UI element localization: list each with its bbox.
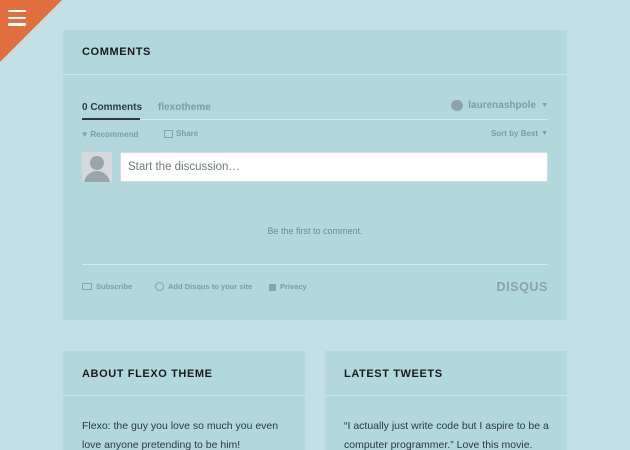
envelope-icon — [82, 283, 92, 290]
hamburger-menu-icon[interactable] — [8, 10, 26, 26]
avatar — [82, 152, 112, 182]
tabs-divider — [82, 119, 548, 120]
sort-label: Sort by Best — [490, 129, 539, 138]
add-disqus-link[interactable]: Add Disqus to your site — [155, 282, 252, 291]
footer-divider — [82, 264, 548, 265]
divider — [63, 74, 567, 75]
disqus-footer: Subscribe Add Disqus to your site Privac… — [82, 280, 548, 294]
comments-title: COMMENTS — [82, 46, 151, 58]
privacy-label: Privacy — [280, 282, 307, 291]
comments-tabs: 0 Comments flexotheme laurenashpole ▼ — [82, 100, 548, 120]
recommend-label: Recommend — [90, 129, 139, 139]
discussion-input[interactable]: Start the discussion… — [120, 152, 548, 182]
tweets-widget: LATEST TWEETS “I actually just write cod… — [325, 351, 567, 450]
tab-comment-count[interactable]: 0 Comments — [82, 102, 142, 113]
user-menu[interactable]: laurenashpole ▼ — [451, 100, 548, 111]
tweets-title: LATEST TWEETS — [344, 368, 443, 380]
comment-actions: ♥ Recommend Share Sort by Best ▼ — [82, 128, 548, 142]
about-widget: ABOUT FLEXO THEME Flexo: the guy you lov… — [63, 351, 305, 450]
subscribe-link[interactable]: Subscribe — [82, 282, 132, 291]
heart-icon: ♥ — [82, 129, 88, 139]
disqus-logo[interactable]: DISQUS — [496, 280, 548, 294]
chat-bubble-icon — [451, 100, 464, 111]
disqus-icon — [155, 282, 164, 291]
share-label: Share — [176, 129, 199, 138]
active-tab-indicator — [82, 118, 140, 120]
add-disqus-label: Add Disqus to your site — [168, 282, 253, 291]
privacy-link[interactable]: Privacy — [269, 282, 307, 291]
recommend-button[interactable]: ♥ Recommend — [82, 129, 138, 139]
subscribe-label: Subscribe — [96, 282, 133, 291]
sort-dropdown[interactable]: Sort by Best ▼ — [491, 129, 548, 138]
chevron-down-icon: ▼ — [541, 130, 548, 137]
chevron-down-icon: ▼ — [541, 102, 548, 109]
tweet-text: “I actually just write code but I aspire… — [344, 420, 549, 450]
username: laurenashpole — [468, 100, 537, 111]
about-title: ABOUT FLEXO THEME — [82, 368, 213, 380]
divider — [325, 395, 567, 396]
share-button[interactable]: Share — [164, 129, 198, 138]
about-text: Flexo: the guy you love so much you even… — [82, 420, 279, 450]
share-icon — [164, 129, 173, 138]
divider — [63, 395, 305, 396]
empty-comments-message: Be the first to comment. — [267, 226, 363, 236]
comments-section: COMMENTS 0 Comments flexotheme laurenash… — [63, 30, 567, 320]
tab-forum-name[interactable]: flexotheme — [158, 102, 211, 113]
lock-icon — [269, 284, 276, 291]
